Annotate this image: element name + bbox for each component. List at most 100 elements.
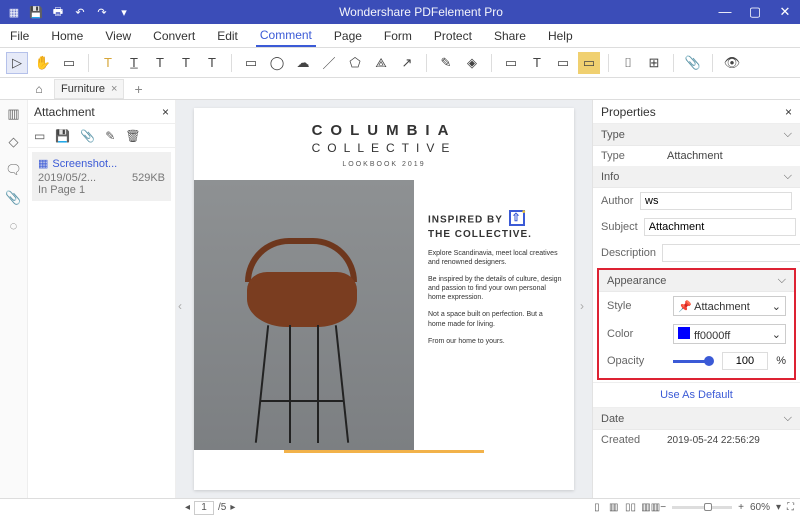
comment-toolbar: ▷ ✋ ▭ T T̲ T T T ▭ ◯ ☁ ／ ⬠ ⟁ ↗ ✎ ◈ ▭ T ▭… [0,48,800,78]
print-icon[interactable]: 🖶 [50,4,66,20]
note-tool-icon[interactable]: ▭ [58,52,80,74]
menu-form[interactable]: Form [380,26,416,46]
menu-edit[interactable]: Edit [213,26,242,46]
highlight-tool-icon[interactable]: T [97,52,119,74]
tab-close-icon[interactable]: × [111,83,117,95]
zoom-value[interactable]: 60% [750,502,770,513]
menu-view[interactable]: View [101,26,135,46]
next-page-icon[interactable]: › [580,299,590,317]
close-button[interactable]: ✕ [770,4,800,20]
type-value: Attachment [667,150,723,162]
attachment-size: 529KB [132,172,165,184]
section-type[interactable]: Type⌵ [593,124,800,146]
menu-share[interactable]: Share [490,26,530,46]
add-attachment-icon[interactable]: 📎 [80,129,95,143]
textbox-tool-icon[interactable]: ▭ [500,52,522,74]
opacity-slider[interactable] [673,360,710,363]
attachment-date: 2019/05/2... [38,172,96,184]
callout-tool-icon[interactable]: ▭ [552,52,574,74]
stamp-tool-icon[interactable]: ⌷ [617,52,639,74]
line-tool-icon[interactable]: ／ [318,52,340,74]
save-attachment-icon[interactable]: 💾 [55,129,70,143]
zoom-in-button[interactable]: + [738,502,744,513]
menu-convert[interactable]: Convert [149,26,199,46]
color-select[interactable]: ff0000ff⌄ [673,324,786,344]
hand-tool-icon[interactable]: ✋ [32,52,54,74]
chevron-down-icon: ⌵ [784,170,792,183]
attachment-panel: Attachment × ▭ 💾 📎 ✎ 🗑 ▦Screenshot... 20… [28,100,176,498]
attachment-tool-icon[interactable]: 📎 [682,52,704,74]
section-info[interactable]: Info⌵ [593,166,800,188]
home-icon[interactable]: ⌂ [30,82,48,96]
eraser-tool-icon[interactable]: ◈ [461,52,483,74]
style-label: Style [607,300,667,312]
typewriter-tool-icon[interactable]: T [526,52,548,74]
opacity-input[interactable] [722,352,769,370]
single-page-icon[interactable]: ▯ [590,501,604,514]
tab-furniture[interactable]: Furniture × [54,79,124,99]
zoom-out-button[interactable]: − [660,502,666,513]
separator [491,54,492,72]
prev-page-button[interactable]: ◂ [185,502,190,513]
bookmarks-icon[interactable]: ◇ [9,134,19,150]
attachment-panel-header: Attachment × [28,100,175,124]
arrow-tool-icon[interactable]: ↗ [396,52,418,74]
use-as-default-button[interactable]: Use As Default [593,382,800,408]
add-tab-button[interactable]: + [130,81,146,97]
doc-lookbook: LOOKBOOK 2019 [194,161,574,168]
delete-attachment-icon[interactable]: 🗑 [125,129,140,143]
subject-input[interactable] [644,218,796,236]
zoom-dropdown-icon[interactable]: ▾ [776,502,781,513]
panel-close-icon[interactable]: × [162,105,169,119]
author-input[interactable] [640,192,792,210]
document-canvas[interactable]: ‹ › COLUMBIA COLLECTIVE LOOKBOOK 2019 IN… [176,100,592,498]
qat-dropdown-icon[interactable]: ▾ [116,4,132,20]
edit-attachment-icon[interactable]: ✎ [105,129,115,143]
facing-icon[interactable]: ▯▯ [623,501,637,514]
menu-help[interactable]: Help [544,26,577,46]
cloud-tool-icon[interactable]: ☁ [292,52,314,74]
continuous-icon[interactable]: ▥ [607,501,621,514]
attachments-icon[interactable]: 📎 [5,190,21,206]
pencil-tool-icon[interactable]: ✎ [435,52,457,74]
fullscreen-icon[interactable]: ⛶ [787,502,794,513]
squiggly-tool-icon[interactable]: T [201,52,223,74]
page-number-input[interactable]: 1 [194,501,214,515]
style-select[interactable]: 📌 Attachment⌄ [673,296,786,316]
properties-close-icon[interactable]: × [785,105,792,119]
minimize-button[interactable]: — [710,4,740,20]
custom-stamp-tool-icon[interactable]: ⊞ [643,52,665,74]
attachment-item[interactable]: ▦Screenshot... 2019/05/2...529KB In Page… [32,152,171,201]
search-icon[interactable]: ◌ [10,218,18,233]
save-icon[interactable]: 💾 [28,4,44,20]
strikethrough-tool-icon[interactable]: T [149,52,171,74]
menu-home[interactable]: Home [47,26,87,46]
thumbnails-icon[interactable]: ▥ [7,106,19,122]
zoom-slider[interactable] [672,506,732,509]
polyline-tool-icon[interactable]: ⟁ [370,52,392,74]
undo-icon[interactable]: ↶ [72,4,88,20]
select-tool-icon[interactable]: ▷ [6,52,28,74]
section-date[interactable]: Date⌵ [593,408,800,430]
menu-page[interactable]: Page [330,26,366,46]
continuous-facing-icon[interactable]: ▥▥ [640,501,654,514]
polygon-tool-icon[interactable]: ⬠ [344,52,366,74]
underline-tool-icon[interactable]: T̲ [123,52,145,74]
maximize-button[interactable]: ▢ [740,4,770,20]
menu-protect[interactable]: Protect [430,26,476,46]
section-appearance[interactable]: Appearance⌵ [599,270,794,292]
rectangle-tool-icon[interactable]: ▭ [240,52,262,74]
hide-annotations-icon[interactable]: 👁 [721,52,743,74]
menu-comment[interactable]: Comment [256,25,316,47]
oval-tool-icon[interactable]: ◯ [266,52,288,74]
prev-page-icon[interactable]: ‹ [178,299,188,317]
redo-icon[interactable]: ↷ [94,4,110,20]
comments-icon[interactable]: 🗨 [5,162,22,178]
next-page-button[interactable]: ▸ [230,502,235,513]
caret-tool-icon[interactable]: T [175,52,197,74]
area-highlight-tool-icon[interactable]: ▭ [578,52,600,74]
attachment-annotation-icon[interactable]: ⇧ [509,210,525,226]
open-attachment-icon[interactable]: ▭ [34,129,45,143]
menu-file[interactable]: File [6,26,33,46]
description-input[interactable] [662,244,800,262]
